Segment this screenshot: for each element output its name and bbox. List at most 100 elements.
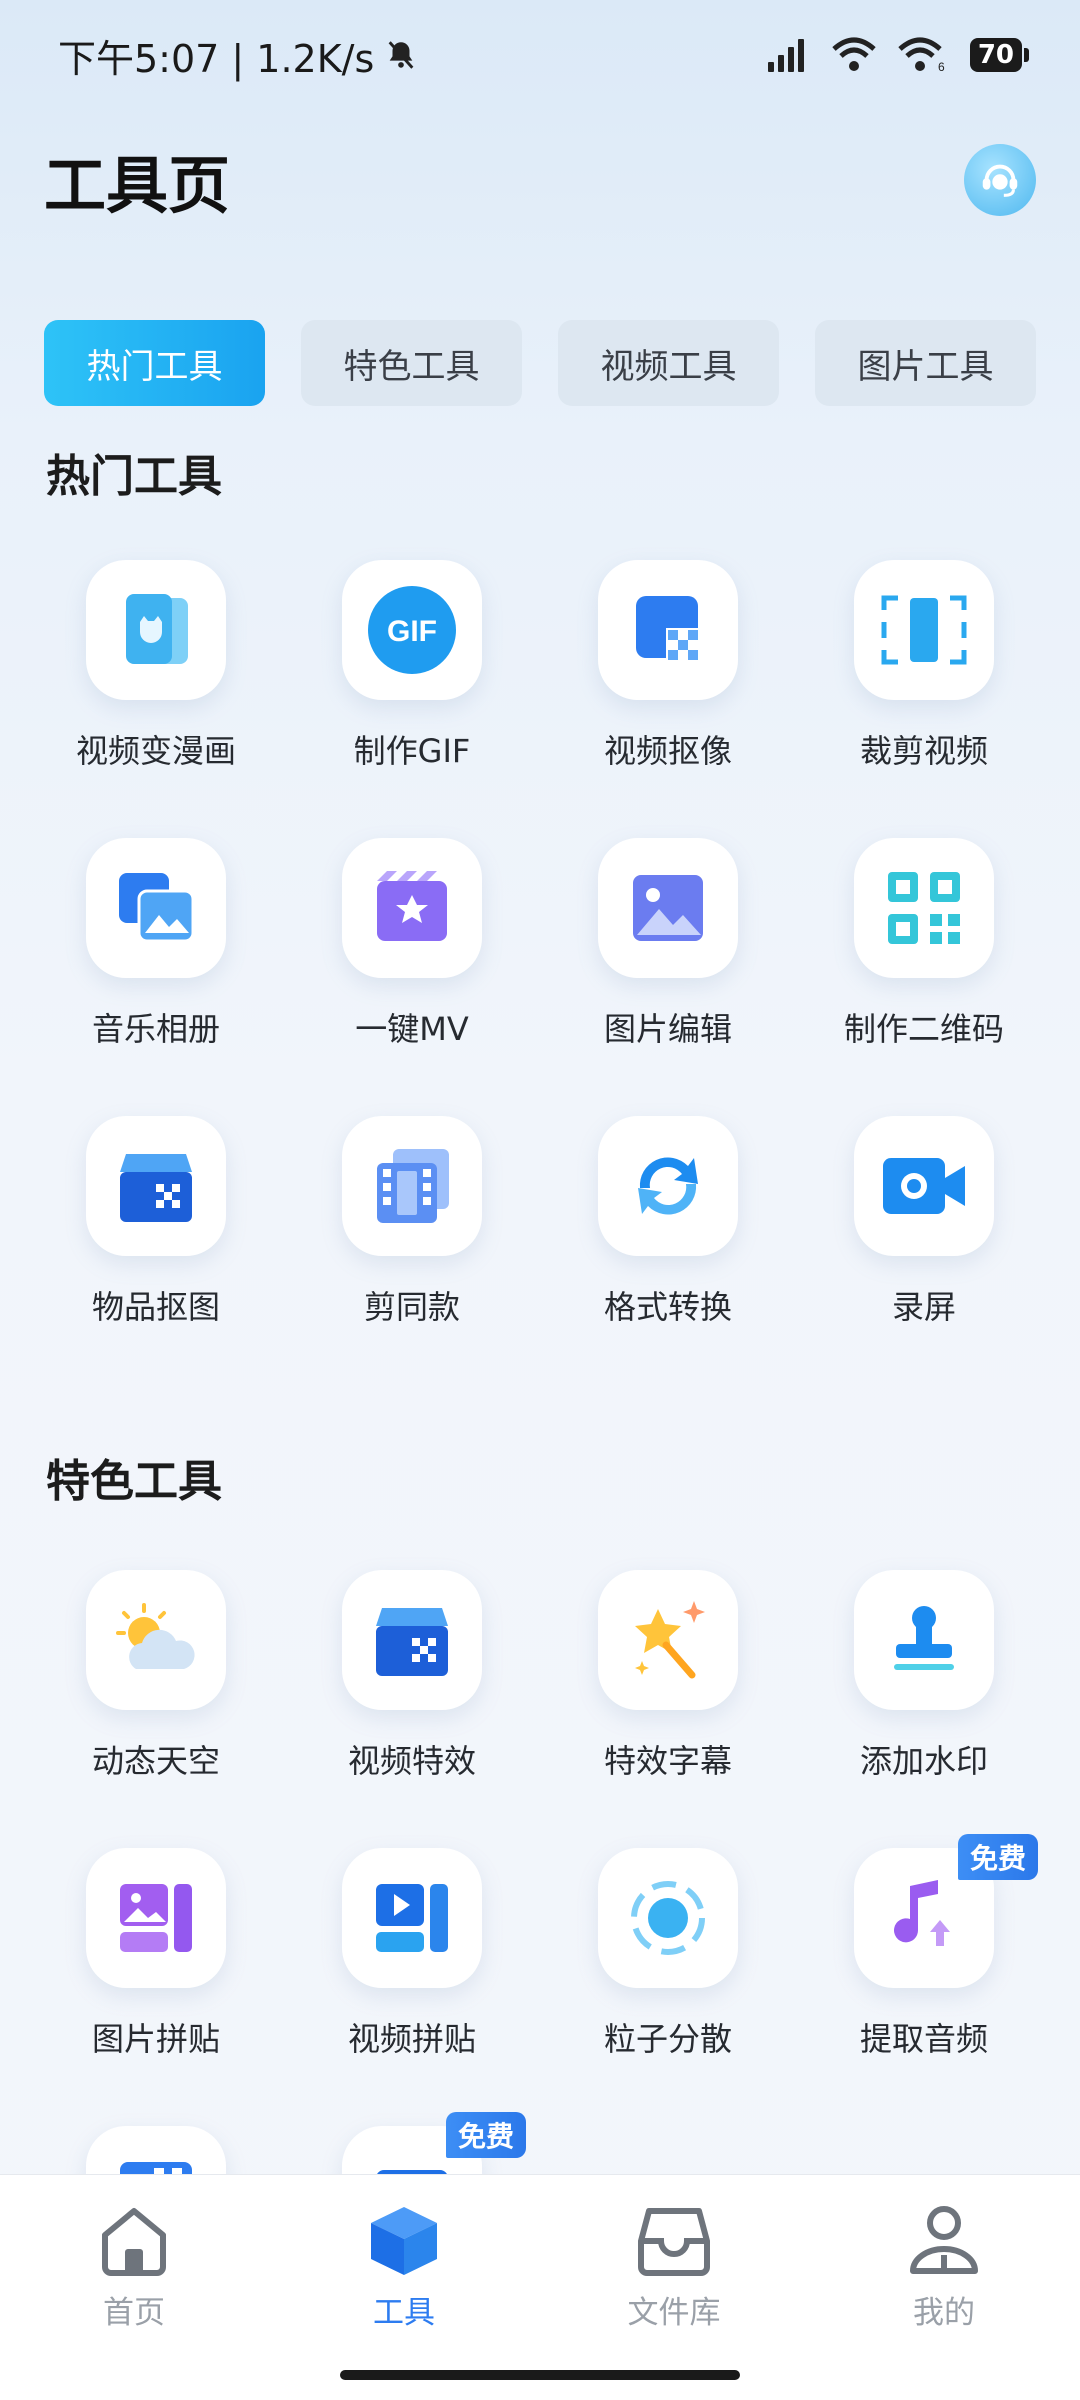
wifi-icon	[832, 37, 876, 71]
music-album-icon	[119, 873, 195, 943]
tool-label: 特效字幕	[603, 1742, 732, 1780]
cube-icon	[371, 2207, 437, 2275]
home-indicator[interactable]	[340, 2370, 740, 2380]
tool-label: 格式转换	[603, 1288, 732, 1326]
tool-tile	[86, 1116, 226, 1256]
tool-tile	[342, 1848, 482, 1988]
tool-effect-subtitle[interactable]: 特效字幕	[540, 1570, 796, 1810]
tool-tile	[86, 1570, 226, 1710]
mute-bell-icon	[388, 41, 414, 69]
one-click-mv-icon	[377, 871, 447, 941]
nav-home[interactable]: 首页	[34, 2201, 234, 2332]
section-title-hot: 热门工具	[46, 451, 222, 502]
nav-profile[interactable]: 我的	[844, 2201, 1044, 2332]
status-left: 下午5:07 | 1.2K/s	[58, 28, 418, 83]
nav-tools[interactable]: 工具	[304, 2201, 504, 2332]
tool-video-effects[interactable]: 视频特效	[284, 1570, 540, 1810]
tool-label: 制作二维码	[843, 1010, 1004, 1048]
tool-label: 剪同款	[363, 1288, 460, 1326]
tool-template-clip[interactable]: 剪同款	[284, 1116, 540, 1356]
signal-icon	[767, 39, 804, 72]
format-convert-icon	[638, 1157, 698, 1215]
tool-label: 图片编辑	[603, 1010, 732, 1048]
tool-label: 视频拼贴	[347, 2020, 476, 2058]
effect-subtitle-icon	[635, 1601, 705, 1679]
tool-tile	[854, 838, 994, 978]
home-icon	[102, 2208, 166, 2276]
video-collage-icon	[376, 1884, 448, 1952]
tool-make-gif[interactable]: GIF 制作GIF	[284, 560, 540, 800]
tool-video-matting[interactable]: 视频抠像	[540, 560, 796, 800]
tool-video-collage[interactable]: 视频拼贴	[284, 1848, 540, 2088]
tool-dynamic-sky[interactable]: 动态天空	[28, 1570, 284, 1810]
tool-tile	[86, 560, 226, 700]
tool-label: 视频特效	[347, 1742, 476, 1780]
tool-label: 裁剪视频	[859, 732, 988, 770]
tool-tile	[86, 838, 226, 978]
gif-icon: GIF	[368, 586, 456, 674]
tool-particle-scatter[interactable]: 粒子分散	[540, 1848, 796, 2088]
tool-tile	[854, 560, 994, 700]
tool-tile	[854, 1570, 994, 1710]
tool-format-convert[interactable]: 格式转换	[540, 1116, 796, 1356]
tab-featured-tools[interactable]: 特色工具	[301, 320, 522, 406]
tool-screen-record[interactable]: 录屏	[796, 1116, 1052, 1356]
tool-tile	[598, 838, 738, 978]
tool-tile	[342, 1570, 482, 1710]
tool-add-watermark[interactable]: 添加水印	[796, 1570, 1052, 1810]
tool-tile	[342, 1116, 482, 1256]
free-badge: 免费	[957, 1834, 1038, 1880]
nav-file-library[interactable]: 文件库	[574, 2201, 774, 2332]
nav-label: 首页	[103, 2295, 165, 2331]
tool-label: 提取音频	[859, 2020, 988, 2058]
tool-music-album[interactable]: 音乐相册	[28, 838, 284, 1078]
svg-text:6: 6	[938, 60, 945, 73]
tool-make-qr-code[interactable]: 制作二维码	[796, 838, 1052, 1078]
tool-tile	[598, 1570, 738, 1710]
tool-image-collage[interactable]: 图片拼贴	[28, 1848, 284, 2088]
tool-video-to-cartoon[interactable]: 视频变漫画	[28, 560, 284, 800]
tool-label: 视频抠像	[603, 732, 732, 770]
tool-label: 图片拼贴	[91, 2020, 220, 2058]
nav-label: 文件库	[627, 2295, 721, 2331]
tool-label: 录屏	[891, 1288, 956, 1326]
tool-label: 物品抠图	[91, 1288, 220, 1326]
particle-scatter-icon	[631, 1881, 705, 1955]
tool-tile	[598, 560, 738, 700]
customer-service-button[interactable]	[964, 144, 1036, 216]
tab-video-tools[interactable]: 视频工具	[558, 320, 779, 406]
image-collage-icon	[120, 1884, 192, 1952]
tool-tile	[598, 1848, 738, 1988]
wifi6-icon: 6	[898, 37, 945, 73]
video-effects-icon	[376, 1608, 448, 1676]
tool-image-edit[interactable]: 图片编辑	[540, 838, 796, 1078]
tool-label: 音乐相册	[91, 1010, 220, 1048]
template-film-icon	[377, 1149, 449, 1223]
header: 工具页	[44, 130, 1036, 230]
tool-tile	[342, 838, 482, 978]
category-tabs: 热门工具 特色工具 视频工具 图片工具	[44, 320, 1036, 406]
tool-label: 粒子分散	[603, 2020, 732, 2058]
tool-label: 视频变漫画	[75, 732, 236, 770]
tab-hot-tools[interactable]: 热门工具	[44, 320, 265, 406]
nav-label: 我的	[913, 2295, 975, 2331]
tab-image-tools[interactable]: 图片工具	[815, 320, 1036, 406]
screen-record-icon	[883, 1158, 965, 1214]
battery-indicator: 70	[969, 38, 1030, 72]
extract-audio-icon	[894, 1880, 950, 1946]
tool-crop-video[interactable]: 裁剪视频	[796, 560, 1052, 800]
crop-video-icon	[881, 595, 967, 665]
tool-tile	[854, 1116, 994, 1256]
nav-label: 工具	[373, 2295, 435, 2331]
tool-one-click-mv[interactable]: 一键MV	[284, 838, 540, 1078]
user-icon	[910, 2206, 978, 2274]
qr-code-icon	[888, 872, 960, 944]
cartoon-video-icon	[126, 594, 188, 664]
bottom-navigation: 首页 工具 文件库 我的	[0, 2174, 1080, 2400]
tool-extract-audio[interactable]: 免费 提取音频	[796, 1834, 1052, 2088]
free-badge: 免费	[445, 2112, 526, 2158]
tool-tile	[598, 1116, 738, 1256]
section-title-featured: 特色工具	[46, 1456, 222, 1507]
tool-object-cutout[interactable]: 物品抠图	[28, 1116, 284, 1356]
video-matting-icon	[636, 596, 700, 662]
